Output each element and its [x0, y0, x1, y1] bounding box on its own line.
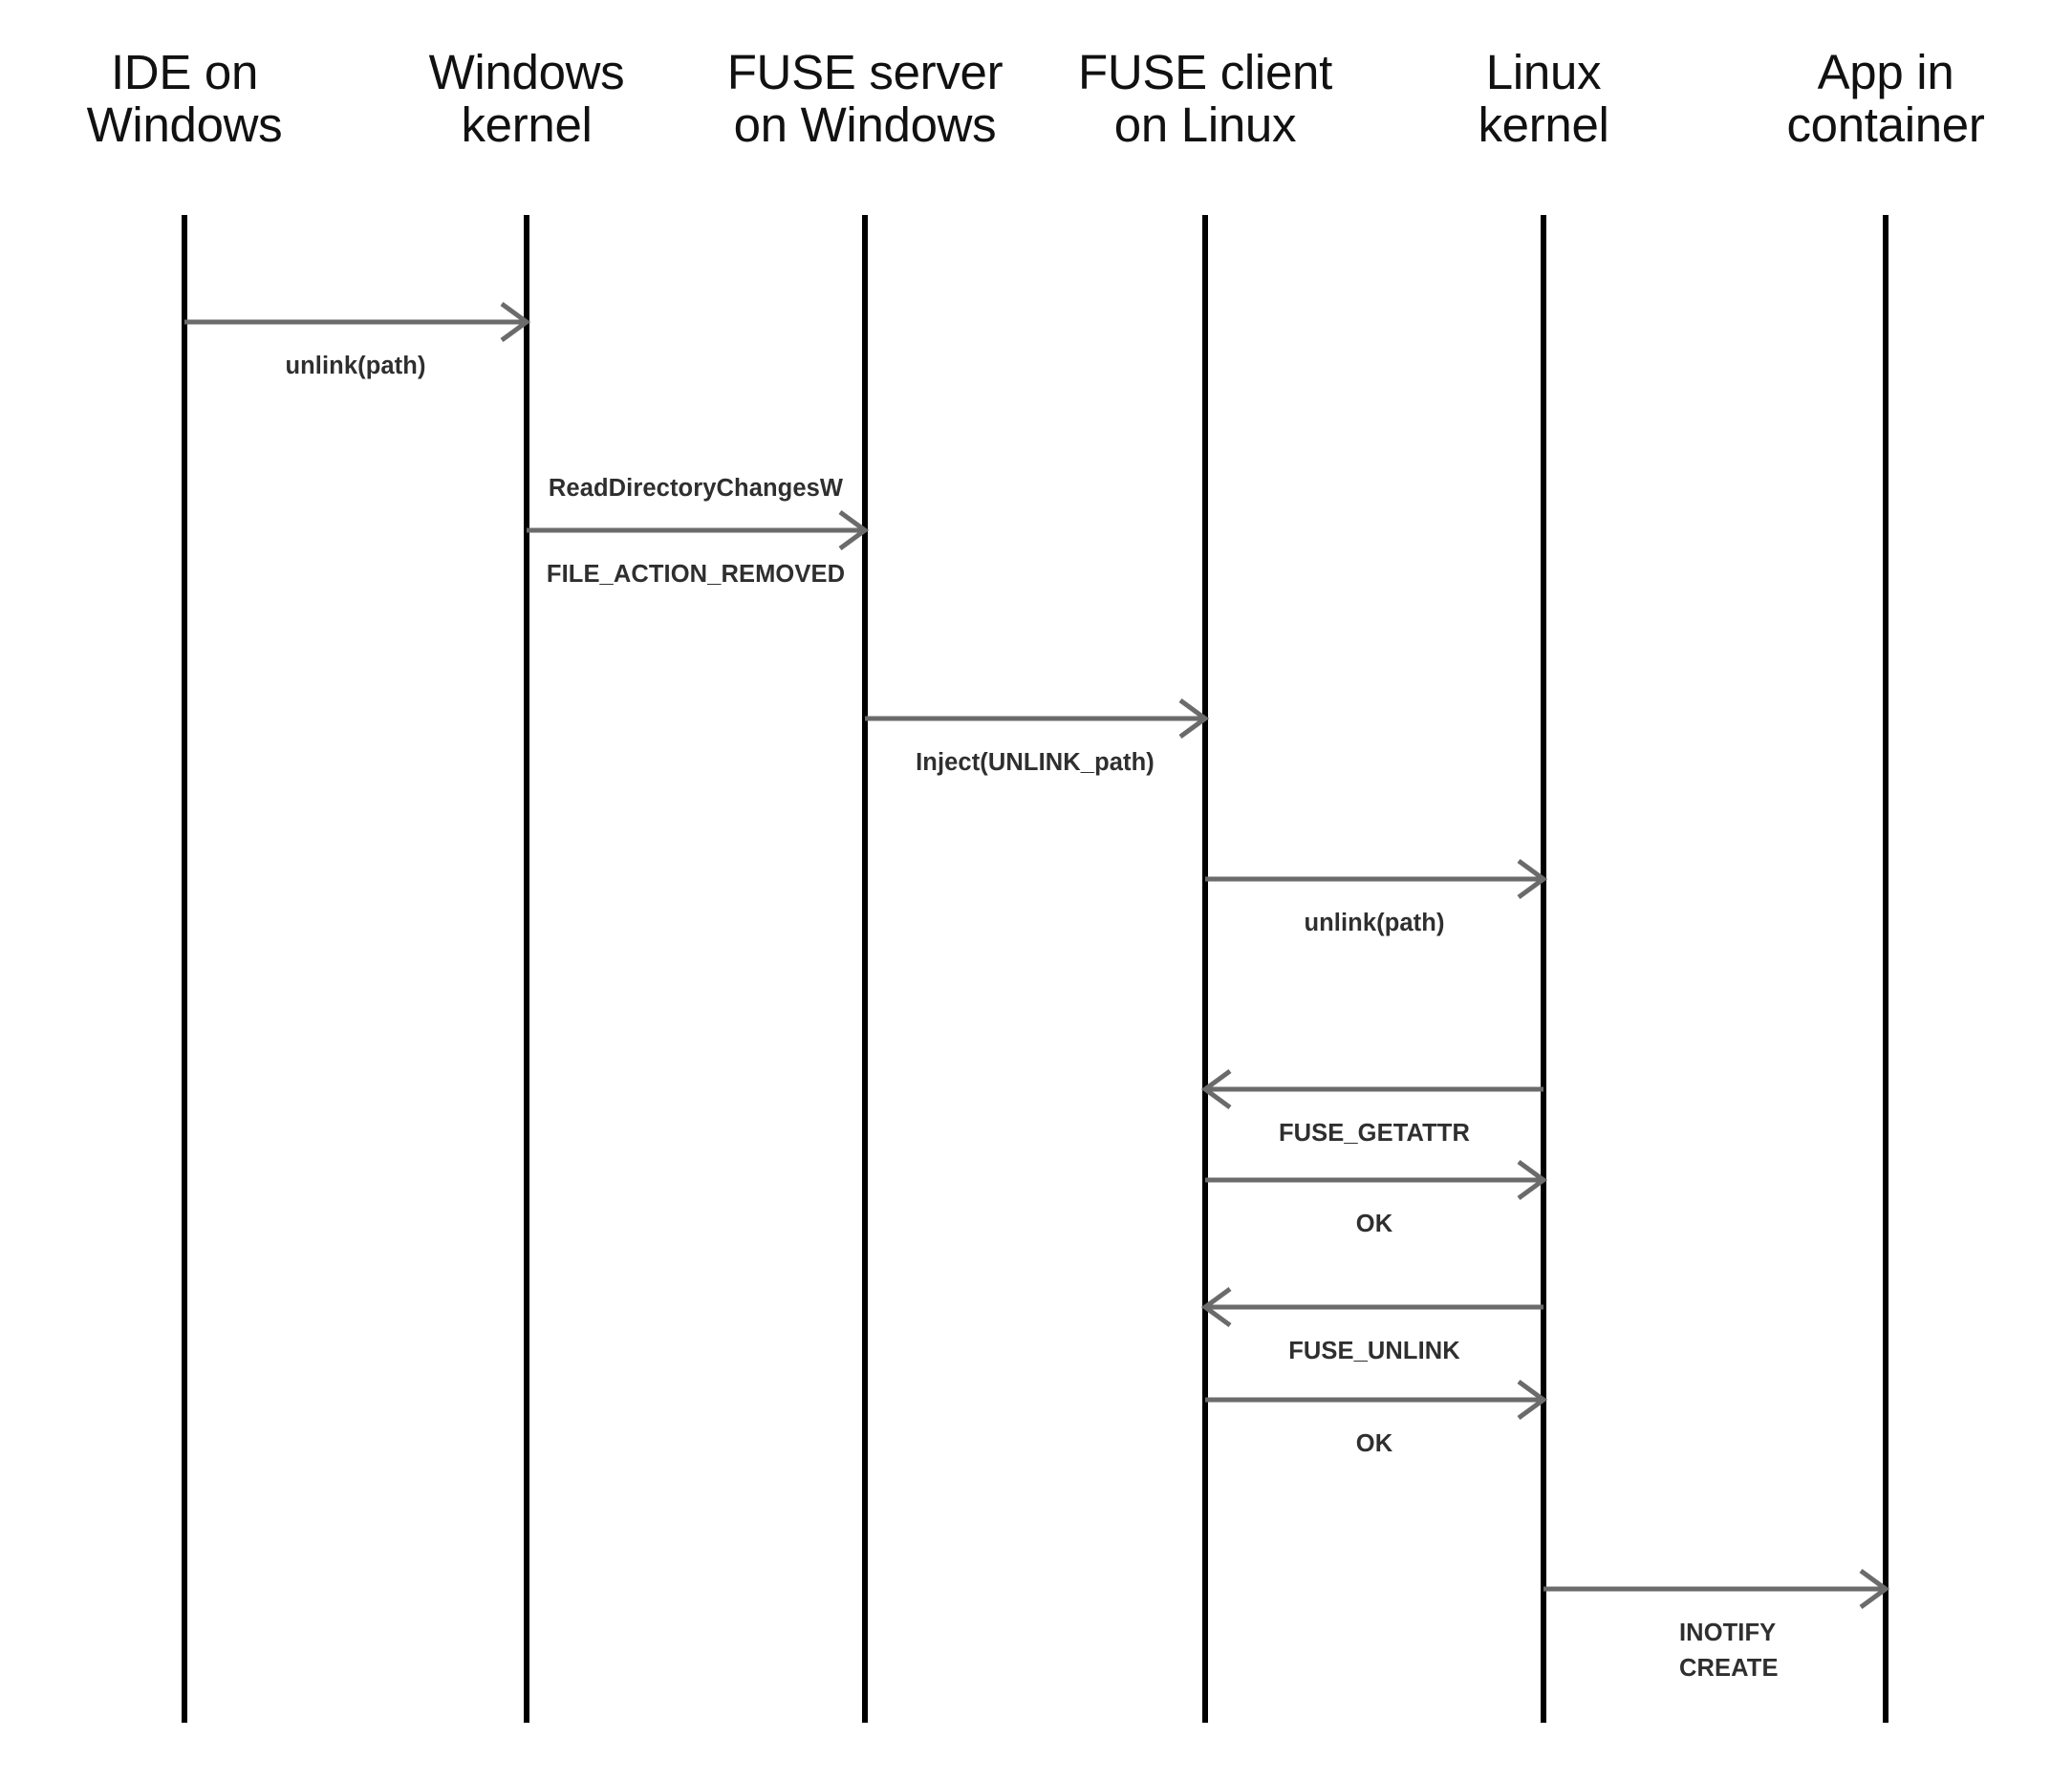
arrows-layer: [184, 301, 1890, 1610]
sequence-diagram: IDE on Windows Windows kernel FUSE server …: [0, 0, 2072, 1781]
message-arrow-msg-unlink-ide-to-winkernel: [184, 301, 531, 343]
message-arrow-msg-ok-unlink: [1205, 1379, 1548, 1421]
message-label-below-msg-fuse-getattr: FUSE_GETATTR: [1278, 1120, 1471, 1147]
message-arrow-msg-unlink-fuseclient-to-linuxkernel: [1205, 858, 1548, 900]
diagram-canvas: [182, 215, 1890, 1723]
message-arrow-msg-fuse-getattr: [1200, 1068, 1543, 1110]
message-label-below-msg-unlink-ide-to-winkernel: unlink(path): [285, 353, 426, 379]
message-arrow-msg-readdirectorychangesw: [527, 509, 870, 551]
message-arrow-msg-inject-unlink-path: [865, 697, 1210, 740]
message-arrow-msg-ok-getattr: [1205, 1159, 1548, 1201]
message-label-below-msg-readdirectorychangesw: FILE_ACTION_REMOVED: [546, 561, 846, 588]
message-label-below-msg-fuse-unlink: FUSE_UNLINK: [1288, 1338, 1460, 1364]
message-label-below-msg-unlink-fuseclient-to-linuxkernel: unlink(path): [1304, 910, 1445, 936]
message-label-above-msg-readdirectorychangesw: ReadDirectoryChangesW: [548, 475, 844, 502]
message-label-below-msg-ok-getattr: OK: [1355, 1211, 1393, 1237]
participant-label-app-in-container: App in container: [1786, 45, 1985, 153]
message-label-below-msg-inotify-create: INOTIFY CREATE: [1679, 1620, 1779, 1682]
message-arrow-msg-fuse-unlink: [1200, 1286, 1543, 1328]
lifelines-layer: [182, 215, 1889, 1723]
message-label-below-msg-inject-unlink-path: Inject(UNLINK_path): [916, 749, 1155, 776]
message-arrow-msg-inotify-create: [1543, 1568, 1890, 1610]
message-label-below-msg-ok-unlink: OK: [1355, 1430, 1393, 1457]
